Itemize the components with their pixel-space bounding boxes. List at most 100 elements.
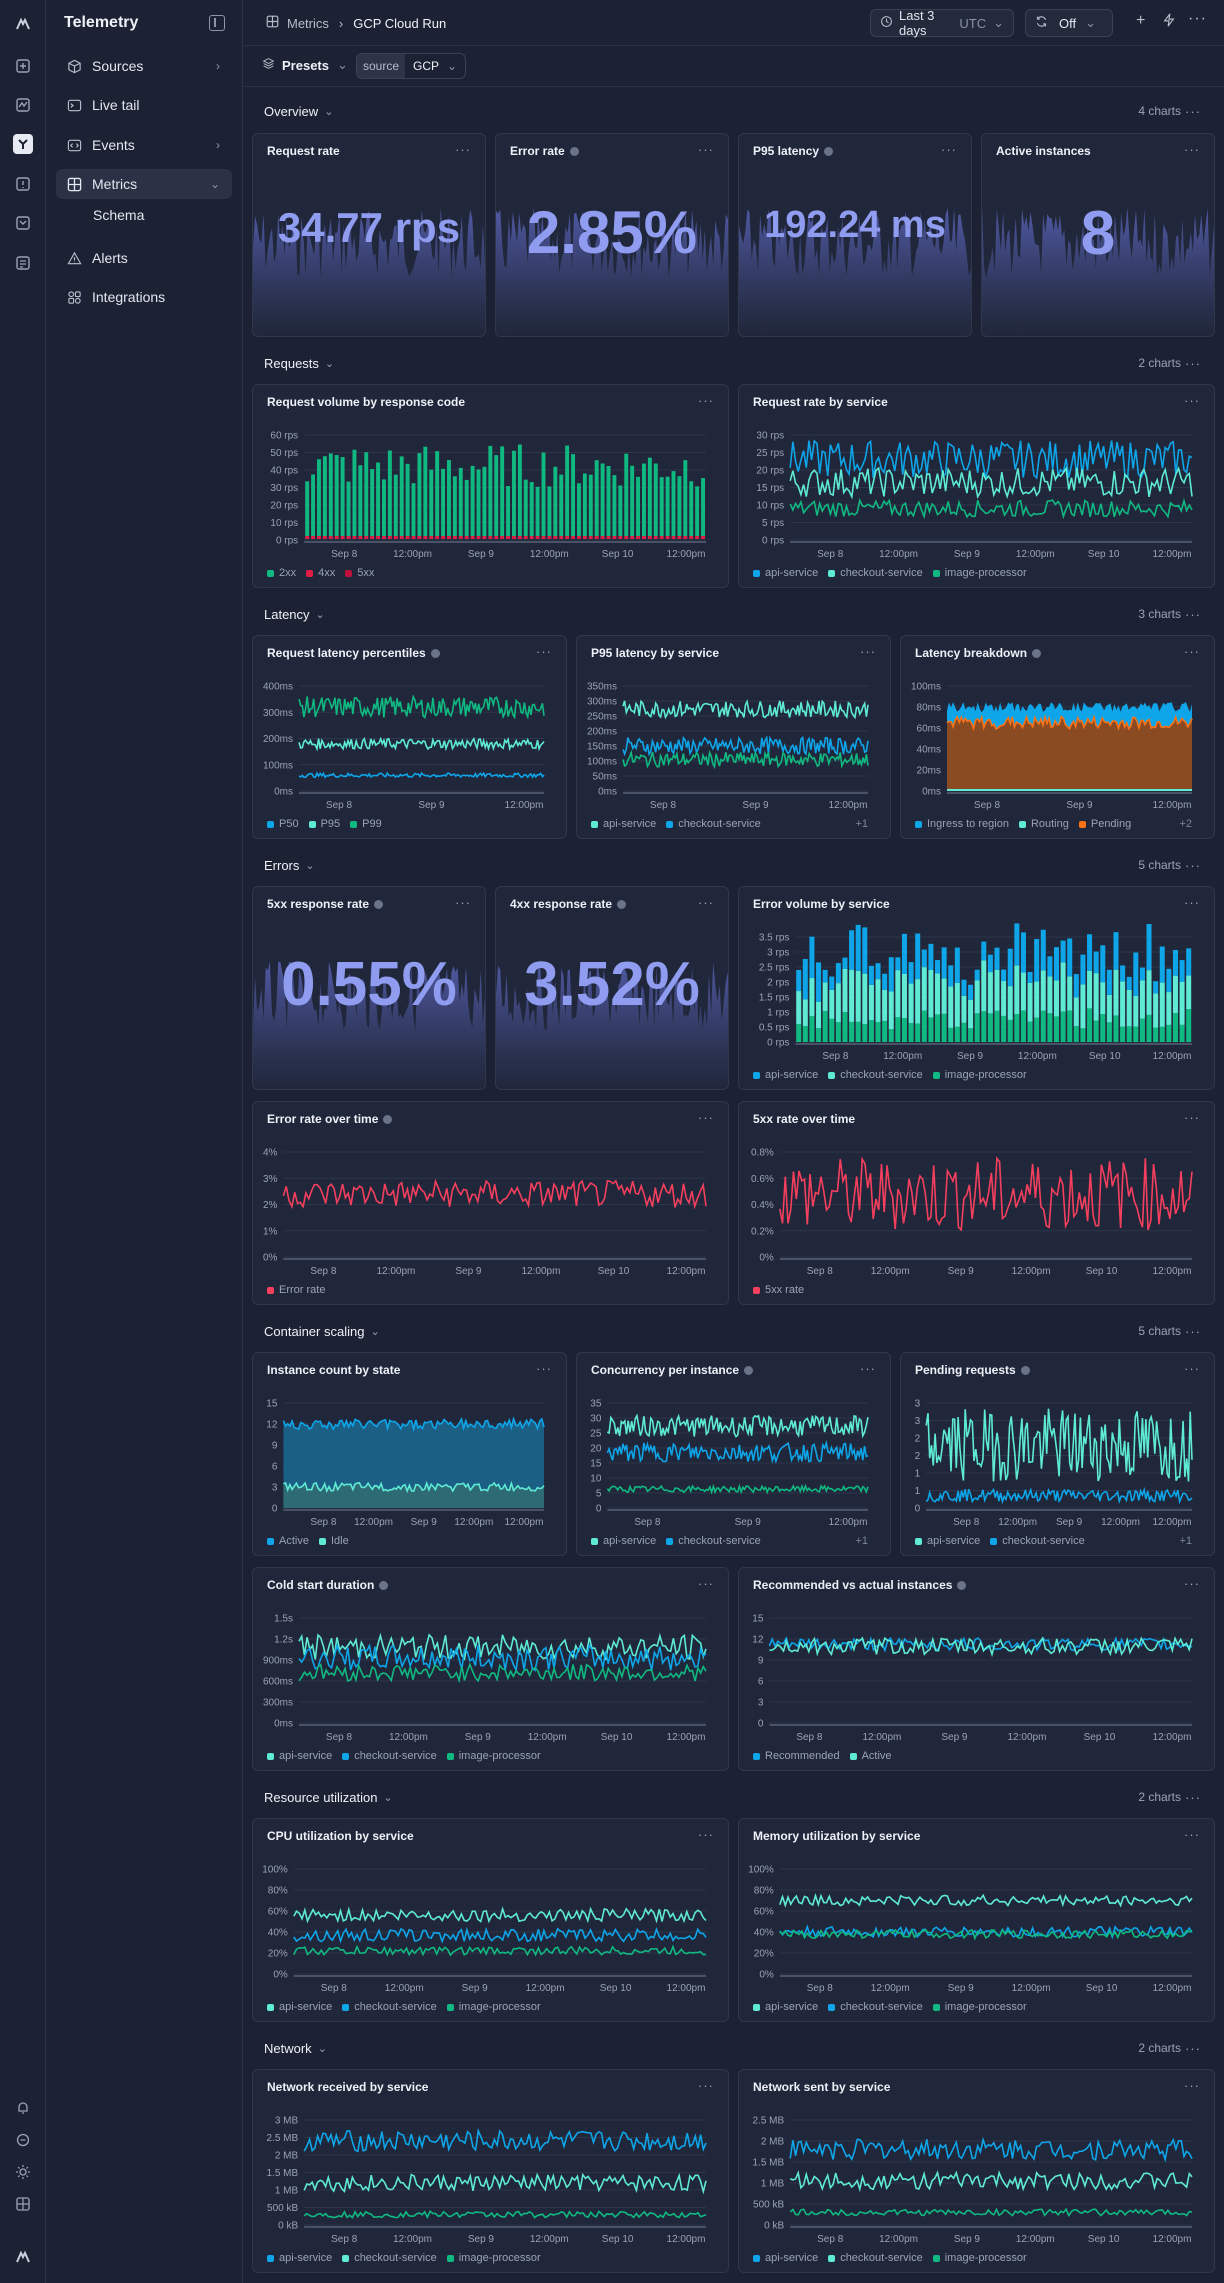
legend-item[interactable]: P99: [350, 818, 382, 830]
chart-card[interactable]: Request volume by response code ··· 60 rps…: [252, 384, 729, 588]
legend-item[interactable]: api-service: [753, 2252, 818, 2264]
sidebar-item-alerts[interactable]: Alerts: [56, 243, 232, 273]
legend-item[interactable]: checkout-service: [342, 2252, 437, 2264]
presets-button[interactable]: Presets ⌄: [262, 57, 348, 73]
legend-item[interactable]: checkout-service: [828, 567, 923, 579]
legend-item[interactable]: checkout-service: [990, 1535, 1085, 1547]
legend-item[interactable]: api-service: [915, 1535, 980, 1547]
legend-item[interactable]: P95: [308, 818, 340, 830]
legend-item[interactable]: Routing: [1018, 818, 1069, 830]
stat-card[interactable]: Error rate ··· 2.85%: [495, 133, 729, 337]
legend-item[interactable]: checkout-service: [666, 818, 761, 830]
sidebar-item-metrics[interactable]: Metrics ⌄: [56, 169, 232, 199]
more-icon[interactable]: ···: [1185, 1790, 1201, 1805]
more-icon[interactable]: ···: [1188, 11, 1207, 27]
legend-item[interactable]: api-service: [753, 1069, 818, 1081]
section-header[interactable]: Latency ⌄ 3 charts ···: [264, 604, 1209, 624]
legend-item[interactable]: image-processor: [446, 2001, 541, 2013]
sidebar-toggle-icon[interactable]: [209, 15, 225, 31]
stat-card[interactable]: Request rate ··· 34.77 rps: [252, 133, 486, 337]
more-icon[interactable]: ···: [455, 142, 471, 157]
legend-item[interactable]: checkout-service: [828, 2001, 923, 2013]
info-icon[interactable]: [374, 899, 384, 909]
section-header[interactable]: Resource utilization ⌄ 2 charts ···: [264, 1787, 1209, 1807]
legend-item[interactable]: api-service: [267, 2001, 332, 2013]
more-icon[interactable]: ···: [698, 142, 714, 157]
bell-icon[interactable]: [13, 2098, 33, 2118]
section-header[interactable]: Network ⌄ 2 charts ···: [264, 2038, 1209, 2058]
legend-item[interactable]: checkout-service: [342, 1750, 437, 1762]
chart-card[interactable]: CPU utilization by service ··· 100% 80% 60% 4…: [252, 1818, 729, 2022]
more-icon[interactable]: ···: [941, 142, 957, 157]
legend-item[interactable]: 5xx: [345, 567, 374, 579]
more-icon[interactable]: ···: [1185, 356, 1201, 371]
section-header[interactable]: Overview ⌄ 4 charts ···: [264, 101, 1209, 121]
stat-card[interactable]: 5xx response rate ··· 0.55%: [252, 886, 486, 1090]
info-icon[interactable]: [617, 899, 627, 909]
more-icon[interactable]: ···: [1185, 104, 1201, 119]
legend-item[interactable]: 4xx: [306, 567, 335, 579]
legend-item[interactable]: checkout-service: [828, 2252, 923, 2264]
apps-icon[interactable]: [13, 2194, 33, 2214]
legend-item[interactable]: api-service: [591, 818, 656, 830]
legend-item[interactable]: Ingress to region: [915, 818, 1009, 830]
sidebar-item-live-tail[interactable]: Live tail: [56, 90, 232, 120]
legend-item[interactable]: image-processor: [932, 567, 1027, 579]
source-filter-chip[interactable]: source GCP ⌄: [356, 53, 467, 79]
legend-item[interactable]: api-service: [591, 1535, 656, 1547]
legend-more[interactable]: +2: [1179, 818, 1192, 830]
chart-card[interactable]: P95 latency by service ··· 350ms 300ms 250ms…: [576, 635, 891, 839]
legend-item[interactable]: checkout-service: [666, 1535, 761, 1547]
add-icon[interactable]: +: [1136, 13, 1145, 29]
section-header[interactable]: Requests ⌄ 2 charts ···: [264, 353, 1209, 373]
legend-item[interactable]: 2xx: [267, 567, 296, 579]
activity-icon[interactable]: [13, 95, 33, 115]
sidebar-item-events[interactable]: Events ›: [56, 130, 232, 160]
legend-item[interactable]: image-processor: [446, 1750, 541, 1762]
legend-item[interactable]: Recommended: [753, 1750, 840, 1762]
chart-card[interactable]: Pending requests ··· 3 3 2 2 1 1 0 Sep 8 12:00pm Se…: [900, 1352, 1215, 1556]
org-logo-icon[interactable]: [13, 2247, 33, 2267]
chart-card[interactable]: Error rate over time ··· 4% 3% 2% 1% 0% Sep 8 12…: [252, 1101, 729, 1305]
chart-card[interactable]: Request latency percentiles ··· 400ms 300ms…: [252, 635, 567, 839]
chart-card[interactable]: Cold start duration ··· 1.5s 1.2s 900ms 600ms…: [252, 1567, 729, 1771]
legend-item[interactable]: api-service: [753, 567, 818, 579]
inbox-icon[interactable]: [13, 213, 33, 233]
chat-icon[interactable]: [13, 2130, 33, 2150]
more-icon[interactable]: ···: [698, 895, 714, 910]
legend-item[interactable]: Active: [267, 1535, 309, 1547]
legend-item[interactable]: checkout-service: [342, 2001, 437, 2013]
document-icon[interactable]: [13, 253, 33, 273]
legend-item[interactable]: image-processor: [932, 1069, 1027, 1081]
section-header[interactable]: Container scaling ⌄ 5 charts ···: [264, 1321, 1209, 1341]
more-icon[interactable]: ···: [1185, 607, 1201, 622]
sidebar-item-integrations[interactable]: Integrations: [56, 282, 232, 312]
telemetry-icon[interactable]: [13, 134, 33, 154]
more-icon[interactable]: ···: [1184, 142, 1200, 157]
more-icon[interactable]: ···: [1185, 858, 1201, 873]
info-icon[interactable]: [569, 146, 579, 156]
time-range-picker[interactable]: Last 3 days UTC ⌄: [870, 8, 1014, 38]
logo-icon[interactable]: [13, 14, 33, 34]
info-icon[interactable]: [824, 146, 834, 156]
legend-more[interactable]: +1: [855, 818, 868, 830]
more-icon[interactable]: ···: [1185, 1324, 1201, 1339]
more-icon[interactable]: ···: [1185, 2041, 1201, 2056]
sidebar-item-sources[interactable]: Sources ›: [56, 51, 232, 81]
chart-card[interactable]: Concurrency per instance ··· 35 30 25 20 15 10 5…: [576, 1352, 891, 1556]
legend-item[interactable]: image-processor: [932, 2252, 1027, 2264]
legend-item[interactable]: Pending: [1078, 818, 1131, 830]
legend-item[interactable]: image-processor: [446, 2252, 541, 2264]
legend-item[interactable]: checkout-service: [828, 1069, 923, 1081]
legend-item[interactable]: 5xx rate: [753, 1284, 804, 1296]
section-header[interactable]: Errors ⌄ 5 charts ···: [264, 855, 1209, 875]
chart-card[interactable]: Network sent by service ··· 2.5 MB 2 MB 1.5 …: [738, 2069, 1215, 2273]
alert-square-icon[interactable]: [13, 174, 33, 194]
legend-item[interactable]: Error rate: [267, 1284, 325, 1296]
stat-card[interactable]: 4xx response rate ··· 3.52%: [495, 886, 729, 1090]
more-icon[interactable]: ···: [455, 895, 471, 910]
chart-card[interactable]: Recommended vs actual instances ··· 15 12 9 6…: [738, 1567, 1215, 1771]
legend-more[interactable]: +1: [855, 1535, 868, 1547]
sun-icon[interactable]: [13, 2162, 33, 2182]
legend-item[interactable]: api-service: [753, 2001, 818, 2013]
